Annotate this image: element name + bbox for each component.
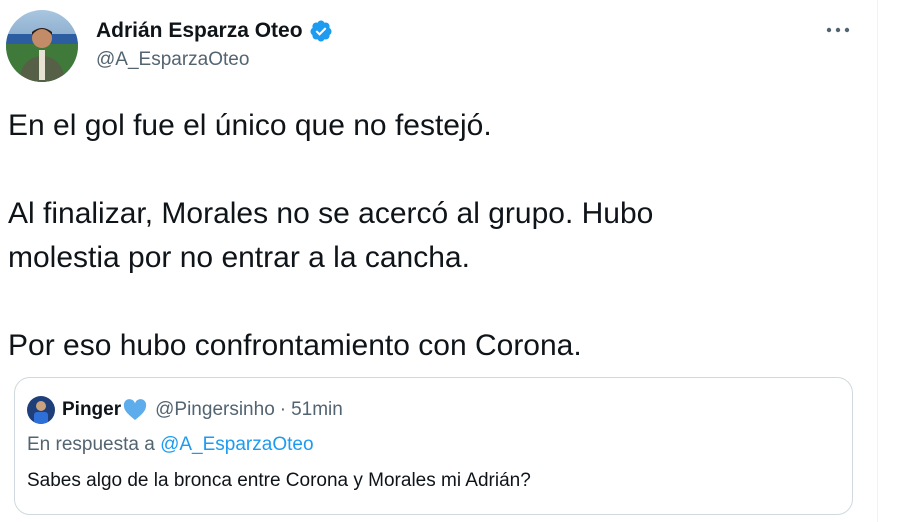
quoted-author-name[interactable]: Pinger [62, 399, 121, 421]
separator-dot: · [279, 399, 287, 420]
reply-handle-link[interactable]: @A_EsparzaOteo [160, 434, 313, 455]
tweet-line: molestia por no entrar a la cancha. [8, 241, 470, 274]
quoted-author-handle: @Pingersinho [155, 399, 275, 420]
blue-heart-icon [123, 399, 147, 421]
quoted-avatar-icon [27, 396, 55, 424]
tweet-line: Por eso hubo confrontamiento con Corona. [8, 329, 582, 362]
tweet-line: En el gol fue el único que no festejó. [8, 109, 492, 142]
tweet-text: En el gol fue el único que no festejó. A… [8, 104, 868, 368]
author-name-row: Adrián Esparza Oteo [96, 17, 333, 45]
author-name[interactable]: Adrián Esparza Oteo [96, 19, 303, 43]
reply-context: En respuesta a @A_EsparzaOteo [27, 434, 314, 456]
quoted-tweet-header: Pinger @Pingersinho · 51min [27, 396, 343, 424]
quoted-timestamp[interactable]: 51min [291, 399, 343, 421]
quoted-tweet[interactable]: Pinger @Pingersinho · 51min En respuesta… [14, 377, 853, 515]
author-avatar[interactable] [6, 10, 78, 82]
tweet-line: Al finalizar, Morales no se acercó al gr… [8, 197, 654, 230]
reply-prefix: En respuesta a [27, 434, 155, 455]
author-handle[interactable]: @A_EsparzaOteo [96, 49, 249, 71]
more-options-icon [826, 27, 850, 33]
quoted-author-avatar [27, 396, 55, 424]
verified-badge-icon [309, 19, 333, 43]
user-avatar-stadium-icon [6, 10, 78, 82]
timeline-right-border [877, 0, 878, 522]
quoted-tweet-text: Sabes algo de la bronca entre Corona y M… [27, 470, 531, 491]
more-options-button[interactable] [818, 12, 858, 48]
